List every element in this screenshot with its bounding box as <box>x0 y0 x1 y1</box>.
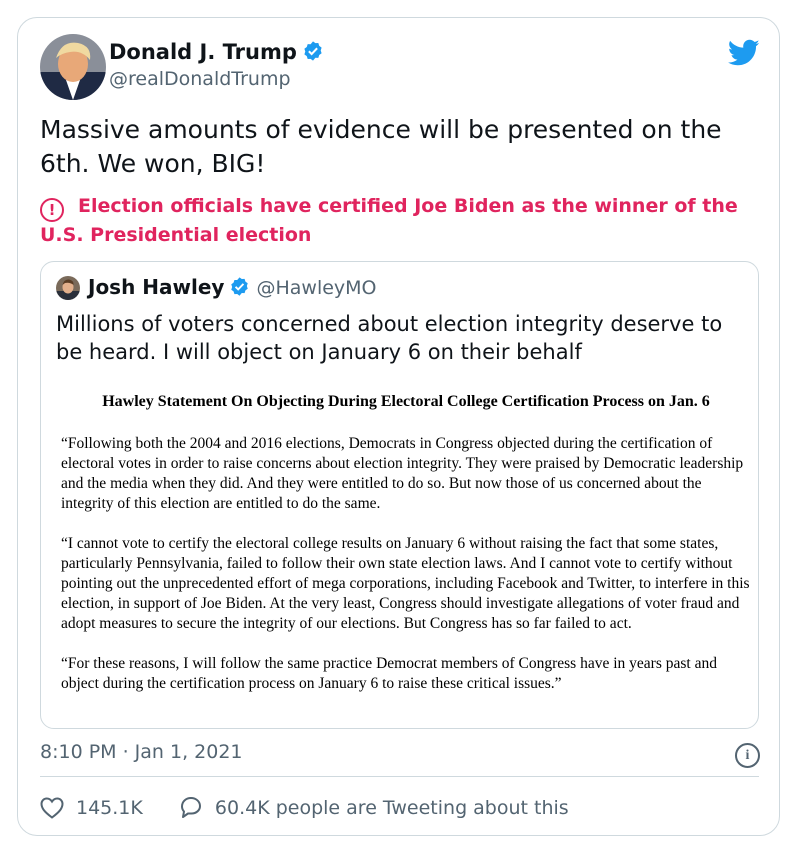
alert-icon: ! <box>40 198 64 222</box>
tweet-timestamp[interactable]: 8:10 PM · Jan 1, 2021 <box>40 741 243 763</box>
statement-title: Hawley Statement On Objecting During Ele… <box>102 393 710 410</box>
quoted-verified-badge-icon <box>229 276 250 302</box>
election-notice-text[interactable]: Election officials have certified Joe Bi… <box>40 195 738 246</box>
statement-image: Hawley Statement On Objecting During Ele… <box>61 392 751 714</box>
reply-button[interactable]: 60.4K people are Tweeting about this <box>179 796 569 819</box>
quoted-author-line: Josh Hawley @HawleyMO <box>88 275 377 302</box>
verified-badge-icon <box>302 40 324 67</box>
heart-icon <box>40 797 64 819</box>
quoted-tweet-text: Millions of voters concerned about elect… <box>56 312 723 364</box>
author-handle[interactable]: @realDonaldTrump <box>109 68 291 90</box>
twitter-bird-icon[interactable] <box>727 39 760 71</box>
divider <box>40 776 759 777</box>
tweet-text: Massive amounts of evidence will be pres… <box>40 115 722 178</box>
author-avatar[interactable] <box>40 34 106 100</box>
speech-bubble-icon <box>180 797 201 818</box>
quoted-author-avatar <box>56 276 80 300</box>
tweet-card: Donald J. Trump @realDonaldTrump Massive… <box>17 17 780 836</box>
statement-paragraph: “I cannot vote to certify the electoral … <box>61 535 750 632</box>
reply-text: 60.4K people are Tweeting about this <box>214 796 569 819</box>
like-button[interactable]: 145.1K <box>40 797 143 819</box>
statement-paragraph: “For these reasons, I will follow the sa… <box>61 655 717 692</box>
info-icon[interactable]: i <box>735 743 760 768</box>
election-notice[interactable]: ! Election officials have certified Joe B… <box>40 193 765 249</box>
quoted-author-handle: @HawleyMO <box>256 277 377 299</box>
author-name[interactable]: Donald J. Trump <box>109 40 324 67</box>
quoted-tweet[interactable]: Josh Hawley @HawleyMO Millions of voters … <box>40 261 759 729</box>
action-bar: 145.1K 60.4K people are Tweeting about t… <box>40 796 599 824</box>
statement-paragraph: “Following both the 2004 and 2016 electi… <box>61 435 744 512</box>
author-name-text[interactable]: Donald J. Trump <box>109 40 297 64</box>
like-count: 145.1K <box>76 797 143 819</box>
quoted-author-name: Josh Hawley <box>88 275 225 299</box>
